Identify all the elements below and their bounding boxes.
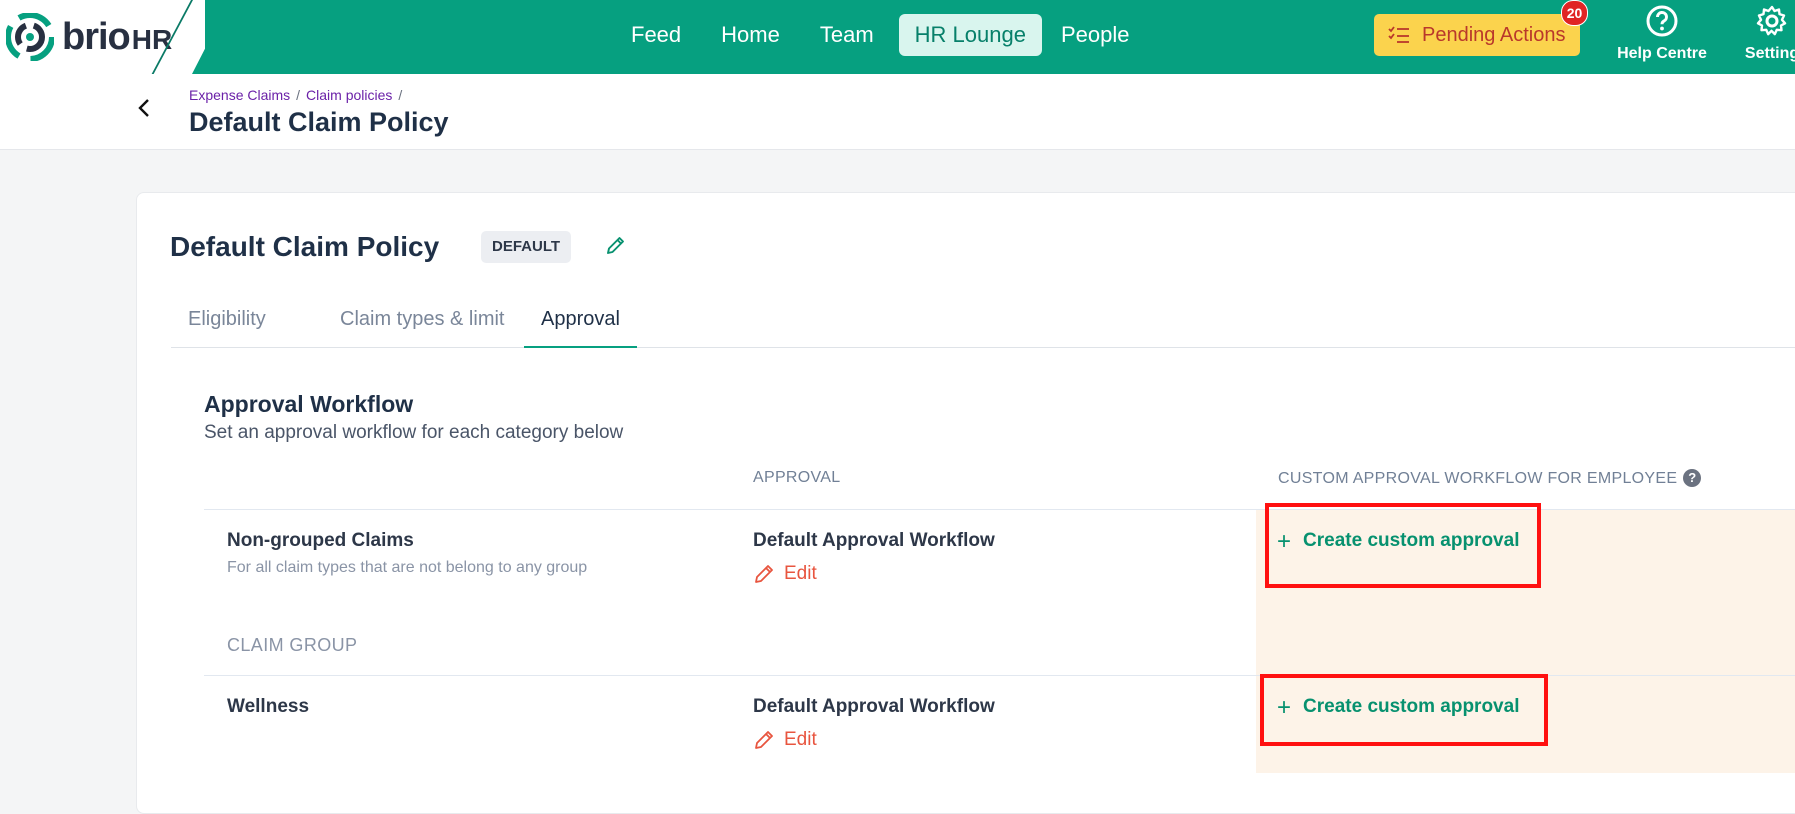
nav-team[interactable]: Team (801, 14, 893, 56)
nav-home[interactable]: Home (702, 14, 799, 56)
tab-eligibility[interactable]: Eligibility (171, 291, 283, 347)
nav-people[interactable]: People (1042, 14, 1149, 56)
tab-approval[interactable]: Approval (524, 291, 637, 348)
column-header-approval: APPROVAL (753, 469, 841, 486)
main-nav: Feed Home Team HR Lounge People (612, 14, 1150, 56)
column-header-custom-approval-label: CUSTOM APPROVAL WORKFLOW FOR EMPLOYEE (1278, 470, 1678, 487)
edit-approval-button[interactable]: Edit (753, 563, 817, 585)
edit-label: Edit (784, 729, 817, 750)
approval-workflow-title: Approval Workflow (204, 391, 414, 417)
policy-card: Default Claim Policy DEFAULT Eligibility… (136, 192, 1795, 814)
row-description: For all claim types that are not belong … (227, 559, 588, 576)
breadcrumb-claim-policies[interactable]: Claim policies (306, 87, 392, 103)
gear-icon (1756, 5, 1787, 36)
highlight-box (1265, 503, 1541, 588)
brand-logo[interactable]: brioHR (62, 16, 172, 59)
help-centre-label: Help Centre (1617, 45, 1707, 62)
settings-label: Setting (1744, 45, 1795, 62)
claim-group-label: CLAIM GROUP (227, 635, 358, 655)
pencil-icon (755, 731, 773, 749)
breadcrumb: Expense Claims / Claim policies / (189, 87, 408, 103)
approval-workflow-subtitle: Set an approval workflow for each catego… (204, 422, 624, 443)
default-badge: DEFAULT (481, 231, 572, 263)
help-icon (1646, 5, 1678, 37)
pending-actions-button[interactable]: Pending Actions (1374, 14, 1580, 56)
policy-tabs: Eligibility Claim types & limit Approval (171, 291, 1795, 348)
column-header-custom-approval: CUSTOM APPROVAL WORKFLOW FOR EMPLOYEE? (1278, 469, 1702, 488)
approval-workflow-name: Default Approval Workflow (753, 530, 995, 551)
policy-title: Default Claim Policy (170, 231, 440, 262)
edit-approval-button[interactable]: Edit (753, 729, 817, 751)
edit-policy-pencil-icon[interactable] (604, 235, 626, 257)
table-divider (204, 509, 1795, 510)
table-divider (204, 675, 1795, 676)
settings-button[interactable]: Setting (1732, 4, 1795, 63)
top-navigation-bar: brioHR Feed Home Team HR Lounge People P… (0, 0, 1795, 74)
highlight-box (1260, 674, 1548, 746)
breadcrumb-expense-claims[interactable]: Expense Claims (189, 87, 290, 103)
row-title-wellness: Wellness (227, 696, 310, 717)
question-icon[interactable]: ? (1683, 469, 1702, 487)
row-title-non-grouped-claims: Non-grouped Claims (227, 530, 414, 551)
nav-hr-lounge[interactable]: HR Lounge (898, 14, 1042, 56)
page-header: Expense Claims / Claim policies / Default C… (0, 74, 1795, 150)
brio-logo-icon (6, 13, 54, 61)
pending-actions-label: Pending Actions (1422, 23, 1566, 46)
brand-name: brio (62, 16, 131, 58)
edit-label: Edit (784, 563, 817, 584)
breadcrumb-separator: / (398, 87, 403, 103)
tab-claim-types-limit[interactable]: Claim types & limit (323, 291, 521, 347)
approval-workflow-name: Default Approval Workflow (753, 696, 995, 717)
nav-feed[interactable]: Feed (612, 14, 700, 56)
help-centre-button[interactable]: Help Centre (1608, 4, 1716, 63)
back-arrow-icon[interactable] (133, 96, 157, 120)
pending-count-badge: 20 (1561, 0, 1588, 26)
checklist-icon (1388, 26, 1409, 43)
pencil-icon (755, 565, 773, 583)
page-title: Default Claim Policy (189, 107, 449, 137)
breadcrumb-separator: / (296, 87, 301, 103)
